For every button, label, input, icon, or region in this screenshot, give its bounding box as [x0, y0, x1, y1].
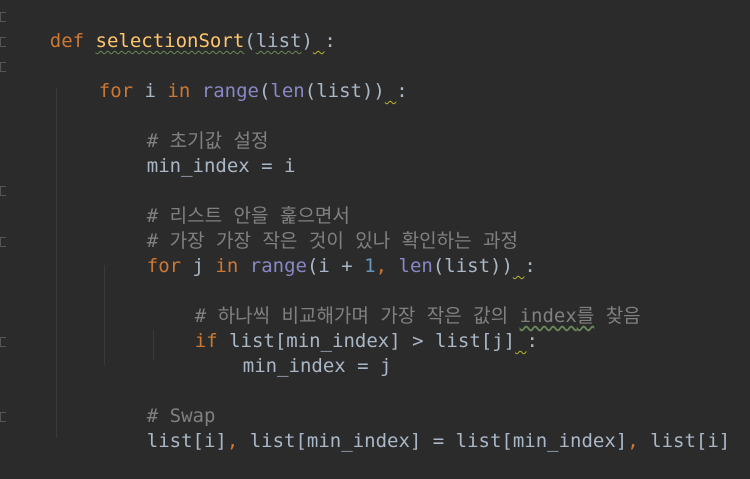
- keyword-for: for: [98, 80, 134, 102]
- code-line-comment[interactable]: # 하나씩 비교해가며 가장 작은 값의 index를 찾음: [149, 279, 641, 327]
- args: (list)): [432, 255, 513, 277]
- code-line-comment[interactable]: # 가장 가장 작은 것이 있나 확인하는 과정: [101, 204, 518, 252]
- fold-marker[interactable]: [0, 412, 6, 422]
- comment-typo: 를: [576, 305, 595, 327]
- whitespace-warning: [515, 330, 526, 352]
- builtin-len: len: [398, 255, 433, 277]
- builtin-range: range: [249, 255, 307, 277]
- assignment: min_index = i: [146, 155, 296, 177]
- colon: :: [396, 80, 408, 102]
- var-j: j: [181, 255, 216, 277]
- keyword-in: in: [167, 80, 191, 102]
- code-line-comment[interactable]: # 초기값 설정: [101, 104, 269, 152]
- paren: (: [258, 80, 271, 102]
- code-line-comment[interactable]: # 리스트 안을 훑으면서: [101, 179, 350, 227]
- colon: :: [526, 330, 538, 352]
- whitespace-warning: [513, 255, 524, 277]
- param-list: list: [255, 30, 302, 52]
- code-line-assign[interactable]: min_index = i: [101, 129, 296, 177]
- whitespace-warning: [313, 30, 324, 52]
- code-line-for-i[interactable]: for i in range(len(list)) :: [53, 54, 408, 102]
- keyword-def: def: [49, 30, 85, 52]
- code-line-if[interactable]: if list[min_index] > list[j] :: [149, 304, 538, 352]
- colon: :: [324, 30, 336, 52]
- keyword-in: in: [215, 255, 239, 277]
- colon: :: [524, 255, 536, 277]
- comment: 찾음: [594, 305, 641, 327]
- indent-guide: [56, 88, 57, 438]
- code-line-comment[interactable]: # Swap: [101, 379, 216, 427]
- comma: ,: [375, 255, 399, 277]
- whitespace-warning: [385, 80, 396, 102]
- args: (i +: [306, 255, 365, 277]
- number-literal: 1: [364, 255, 376, 277]
- code-line-for-j[interactable]: for j in range(i + 1, len(list)) :: [101, 229, 536, 277]
- builtin-len: len: [270, 80, 305, 102]
- fold-marker[interactable]: [0, 237, 6, 247]
- code-line-assign[interactable]: min_index = j: [197, 329, 392, 377]
- builtin-range: range: [201, 80, 259, 102]
- var-i: i: [133, 80, 168, 102]
- fold-marker[interactable]: [0, 337, 6, 347]
- fold-marker[interactable]: [0, 186, 6, 196]
- args: (list)): [304, 80, 385, 102]
- assignment: min_index = j: [242, 355, 392, 377]
- code-editor[interactable]: def selectionSort(list) : for i in range…: [0, 0, 750, 452]
- code-line-def[interactable]: def selectionSort(list) :: [4, 4, 336, 52]
- keyword-for: for: [146, 255, 182, 277]
- paren-close: ): [301, 30, 313, 52]
- code-line-swap[interactable]: list[i], list[min_index] = list[min_inde…: [101, 404, 730, 452]
- paren-open: (: [244, 30, 256, 52]
- function-name: selectionSort: [95, 30, 245, 52]
